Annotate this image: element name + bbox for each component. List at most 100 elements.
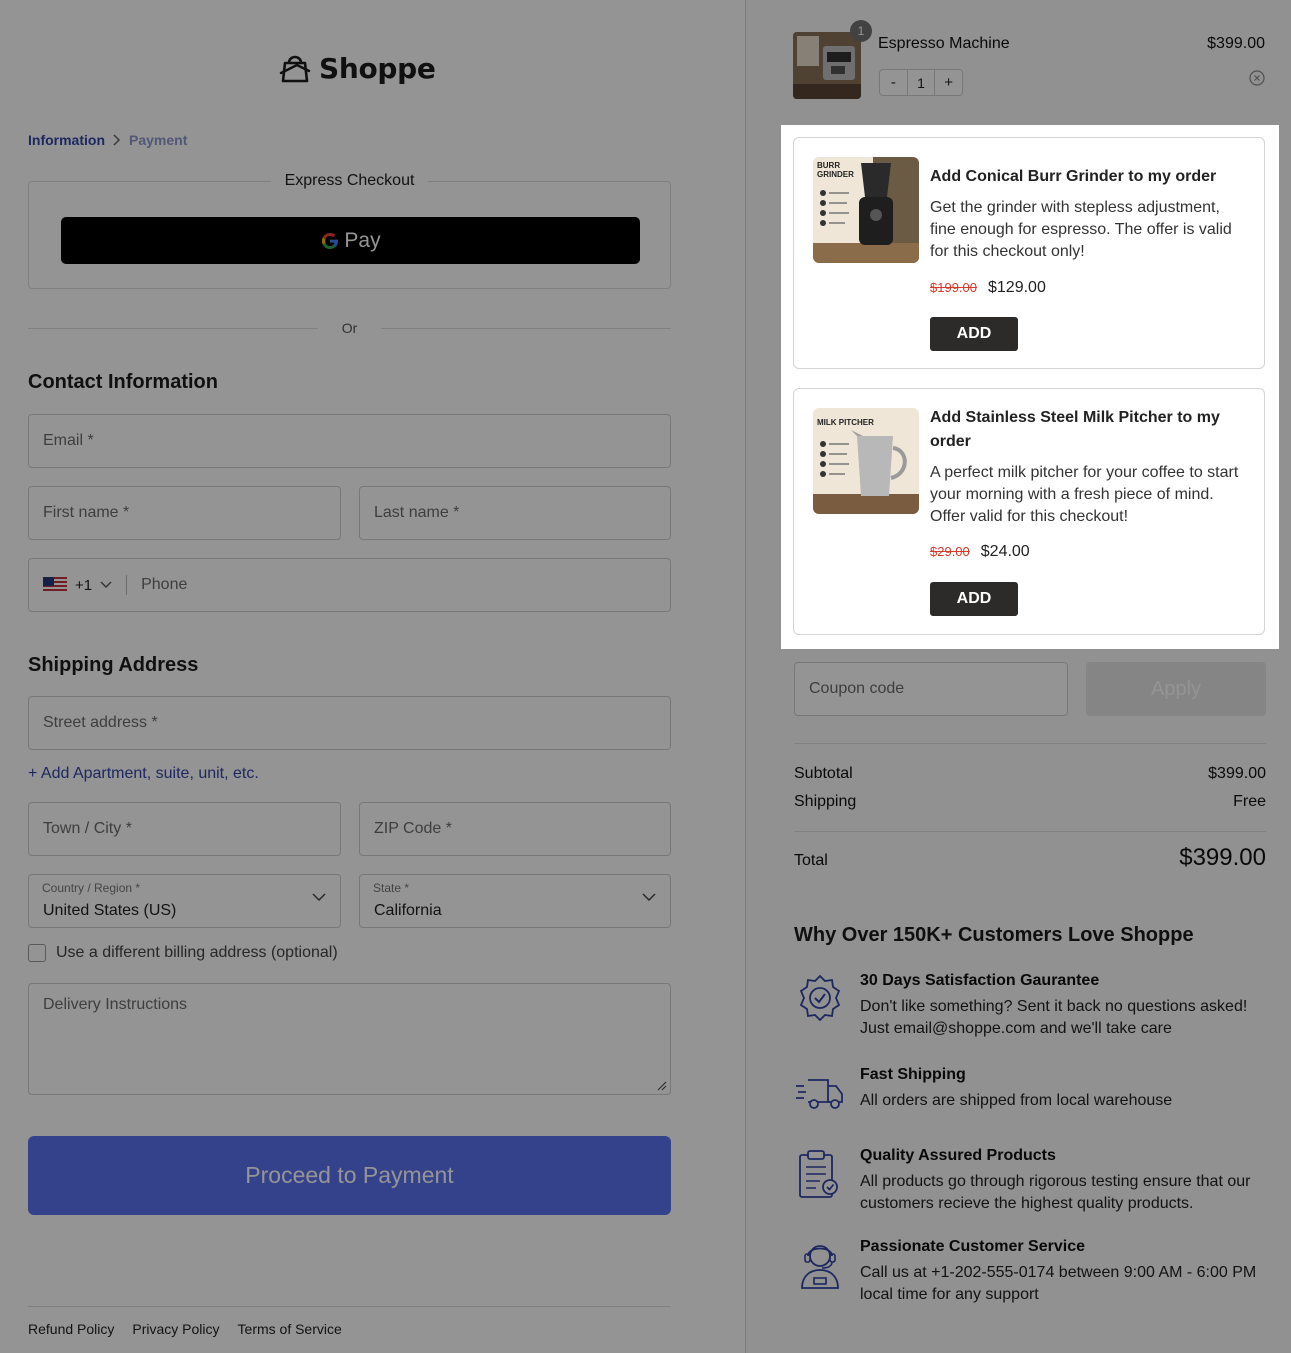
chevron-down-icon — [642, 893, 656, 902]
phone-placeholder: Phone — [141, 576, 188, 593]
country-select[interactable]: Country / Region * United States (US) — [28, 874, 341, 928]
terms-of-service-link[interactable]: Terms of Service — [238, 1321, 342, 1337]
feature-title: 30 Days Satisfaction Gaurantee — [860, 972, 1100, 989]
why-section-title: Why Over 150K+ Customers Love Shoppe — [794, 924, 1194, 946]
offer-original-price: $29.00 — [930, 544, 970, 559]
chevron-down-icon — [100, 581, 112, 588]
brand-logo[interactable]: Shoppe — [277, 51, 436, 85]
breadcrumb: Information Payment — [28, 132, 187, 148]
subtotal-label: Subtotal — [794, 765, 853, 782]
zip-placeholder: ZIP Code * — [374, 820, 452, 837]
add-apartment-link[interactable]: + Add Apartment, suite, unit, etc. — [28, 765, 259, 783]
country-code-selector[interactable]: +1 — [43, 575, 128, 595]
breadcrumb-payment[interactable]: Payment — [129, 132, 187, 148]
offer-description: Get the grinder with stepless adjustment… — [930, 199, 1232, 260]
last-name-field[interactable]: Last name * — [359, 486, 671, 540]
subtotal-value: $399.00 — [1208, 765, 1266, 782]
or-label: Or — [341, 320, 358, 336]
breadcrumb-information[interactable]: Information — [28, 132, 105, 148]
subtotal-row: Subtotal $399.00 — [794, 765, 1266, 783]
badge-check-icon — [799, 974, 841, 1022]
city-field[interactable]: Town / City * — [28, 802, 341, 856]
quantity-decrease-button[interactable]: - — [880, 70, 907, 95]
google-pay-button[interactable]: Pay — [61, 217, 640, 264]
offer-prices: $29.00 $24.00 — [930, 543, 1030, 561]
footer-divider — [28, 1306, 671, 1307]
add-grinder-button[interactable]: ADD — [930, 317, 1018, 351]
feature-item: Quality Assured Products All products go… — [794, 1147, 1266, 1217]
first-name-field[interactable]: First name * — [28, 486, 341, 540]
email-placeholder: Email * — [43, 432, 94, 449]
delivery-instructions-field[interactable]: Delivery Instructions — [28, 983, 671, 1095]
cart-item-name: Espresso Machine — [878, 35, 1010, 52]
delivery-placeholder: Delivery Instructions — [43, 996, 188, 1013]
refund-policy-link[interactable]: Refund Policy — [28, 1321, 114, 1337]
quantity-value[interactable]: 1 — [906, 70, 936, 95]
cart-quantity-badge: 1 — [850, 20, 872, 42]
billing-checkbox-label: Use a different billing address (optiona… — [56, 944, 338, 961]
feature-title: Passionate Customer Service — [860, 1238, 1085, 1255]
feature-title: Fast Shipping — [860, 1066, 966, 1083]
last-name-placeholder: Last name * — [374, 504, 460, 521]
upsell-offers-panel: BURR GRINDER Add Conical Burr Grinder to… — [781, 125, 1279, 649]
offer-original-price: $199.00 — [930, 280, 977, 295]
shipping-section-title: Shipping Address — [28, 654, 199, 676]
proceed-to-payment-button[interactable]: Proceed to Payment — [28, 1136, 671, 1215]
total-row: Total $399.00 — [794, 844, 1266, 872]
support-agent-icon — [801, 1245, 839, 1289]
shipping-value: Free — [1233, 793, 1266, 810]
feature-item: Passionate Customer Service Call us at +… — [794, 1238, 1266, 1308]
offer-title: Add Conical Burr Grinder to my order — [930, 168, 1217, 185]
country-value: United States (US) — [43, 902, 177, 919]
city-placeholder: Town / City * — [43, 820, 132, 837]
apply-coupon-button[interactable]: Apply — [1086, 662, 1266, 716]
feature-item: 30 Days Satisfaction Gaurantee Don't lik… — [794, 972, 1266, 1042]
billing-address-option[interactable]: Use a different billing address (optiona… — [28, 944, 338, 962]
feature-desc: Call us at +1-202-555-0174 between 9:00 … — [860, 1264, 1257, 1303]
chevron-right-icon — [113, 134, 121, 146]
resize-handle-icon[interactable] — [657, 1081, 667, 1091]
burr-grinder-image-caption: BURR GRINDER — [817, 161, 854, 179]
quantity-stepper: - 1 + — [879, 69, 963, 96]
burr-grinder-image: BURR GRINDER — [813, 157, 919, 263]
shipping-row: Shipping Free — [794, 793, 1266, 811]
offer-prices: $199.00 $129.00 — [930, 279, 1046, 297]
country-label: Country / Region * — [42, 881, 141, 895]
state-select[interactable]: State * California — [359, 874, 671, 928]
plus-icon: + — [28, 765, 38, 782]
total-label: Total — [794, 852, 828, 869]
email-field[interactable]: Email * — [28, 414, 671, 468]
offer-sale-price: $24.00 — [980, 543, 1030, 560]
coupon-code-field[interactable]: Coupon code — [794, 662, 1068, 716]
upsell-offer-card: BURR GRINDER Add Conical Burr Grinder to… — [793, 137, 1265, 369]
google-pay-label: Pay — [344, 228, 381, 252]
offer-description: A perfect milk pitcher for your coffee t… — [930, 464, 1239, 525]
offer-sale-price: $129.00 — [988, 279, 1046, 296]
quantity-increase-button[interactable]: + — [935, 70, 962, 95]
footer-links: Refund Policy Privacy Policy Terms of Se… — [28, 1321, 342, 1337]
shopping-bag-logo-icon — [279, 55, 311, 83]
privacy-policy-link[interactable]: Privacy Policy — [132, 1321, 219, 1337]
add-apartment-label: Add Apartment, suite, unit, etc. — [40, 765, 259, 782]
offer-title: Add Stainless Steel Milk Pitcher to my o… — [930, 409, 1220, 450]
street-placeholder: Street address * — [43, 714, 158, 731]
us-flag-icon — [43, 577, 67, 593]
milk-pitcher-image-caption: MILK PITCHER — [817, 418, 874, 427]
contact-section-title: Contact Information — [28, 371, 218, 393]
upsell-offer-card: MILK PITCHER Add Stainless Steel Milk Pi… — [793, 388, 1265, 635]
or-divider: Or — [28, 320, 671, 338]
cart-item-price: $399.00 — [1207, 35, 1265, 52]
phone-code: +1 — [75, 576, 93, 594]
milk-pitcher-image: MILK PITCHER — [813, 408, 919, 514]
total-value: $399.00 — [1179, 844, 1266, 871]
add-pitcher-button[interactable]: ADD — [930, 582, 1018, 616]
street-address-field[interactable]: Street address * — [28, 696, 671, 750]
summary-divider — [794, 743, 1266, 744]
clipboard-check-icon — [799, 1150, 838, 1198]
billing-checkbox[interactable] — [28, 944, 46, 962]
phone-field[interactable]: +1 Phone — [28, 558, 671, 612]
remove-item-icon[interactable] — [1249, 70, 1265, 86]
feature-desc: All orders are shipped from local wareho… — [860, 1092, 1173, 1109]
checkout-form-panel: Shoppe Information Payment Express Check… — [0, 0, 745, 1353]
zip-field[interactable]: ZIP Code * — [359, 802, 671, 856]
